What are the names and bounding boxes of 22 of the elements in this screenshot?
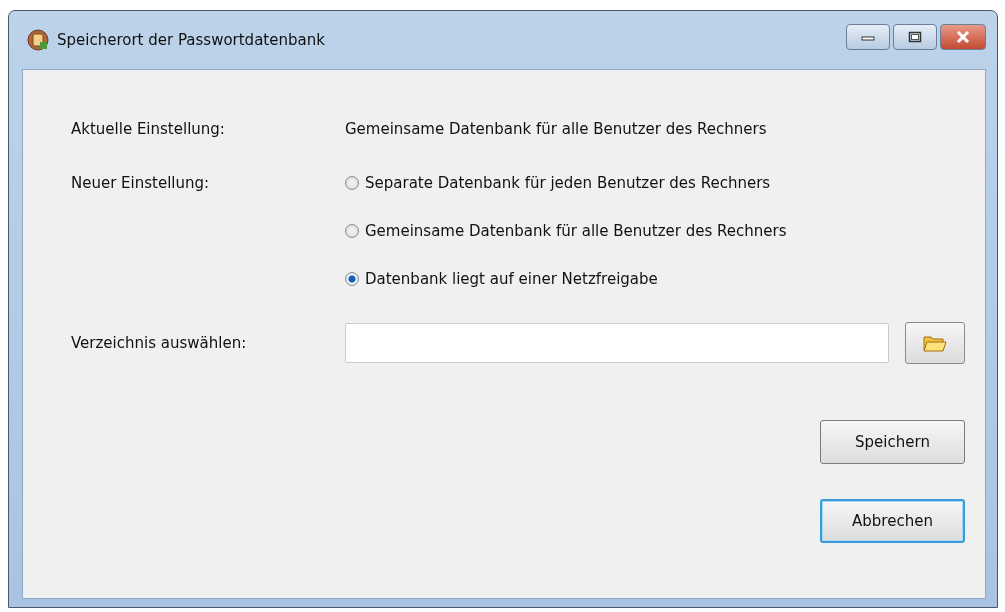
close-button[interactable] <box>940 24 986 50</box>
radio-button[interactable] <box>345 272 359 286</box>
close-icon <box>955 30 971 44</box>
radio-option[interactable]: Separate Datenbank für jeden Benutzer des Rechners <box>345 174 787 192</box>
radio-option[interactable]: Datenbank liegt auf einer Netzfreigabe <box>345 270 787 288</box>
folder-icon <box>923 334 948 352</box>
radio-button[interactable] <box>345 224 359 238</box>
directory-field[interactable] <box>345 323 890 363</box>
new-setting-label: Neuer Einstellung: <box>71 174 211 194</box>
window-title: Speicherort der Passwortdatenbank <box>57 31 325 49</box>
maximize-icon <box>908 31 922 43</box>
directory-label: Verzeichnis auswählen: <box>71 334 248 352</box>
maximize-button[interactable] <box>893 24 937 50</box>
current-setting-label: Aktuelle Einstellung: <box>71 120 226 138</box>
app-icon <box>27 29 49 51</box>
radio-option[interactable]: Gemeinsame Datenbank für alle Benutzer des Rechners <box>345 222 787 240</box>
radio-button[interactable] <box>345 176 359 190</box>
dialog-button[interactable]: Abbrechen <box>820 499 965 543</box>
browse-button[interactable] <box>905 322 965 364</box>
dialog-button[interactable]: Speichern <box>820 420 965 464</box>
minimize-icon <box>861 33 875 41</box>
current-setting-value: Gemeinsame Datenbank für alle Benutzer des Rechners <box>345 120 767 138</box>
